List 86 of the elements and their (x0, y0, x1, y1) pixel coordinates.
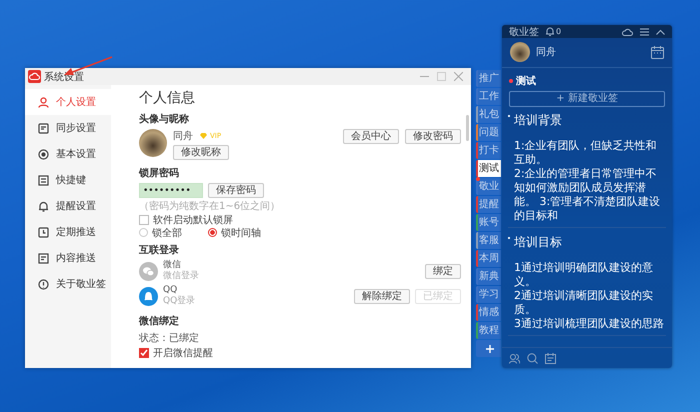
document-icon (38, 252, 49, 264)
sidebar-item[interactable]: 内容推送 (25, 245, 111, 271)
sidebar-item[interactable]: 个人设置 (25, 89, 111, 115)
account-name: QQ (163, 285, 178, 296)
category-tab[interactable]: 推广 (476, 70, 501, 87)
category-tab[interactable]: 工作 (476, 88, 501, 105)
app-logo-icon (28, 70, 41, 83)
collapse-chevron-icon[interactable] (656, 28, 665, 34)
password-field[interactable]: ••••••••• (139, 183, 203, 198)
radio-button[interactable] (208, 228, 217, 237)
section-title: 头像与昵称 (139, 112, 190, 126)
checkbox[interactable] (139, 214, 149, 224)
bell-icon[interactable] (546, 27, 554, 36)
category-tab[interactable]: 账号 (476, 214, 501, 231)
radio-button[interactable] (139, 228, 148, 237)
category-tab[interactable]: 客服 (476, 232, 501, 249)
bell-icon (38, 200, 49, 212)
category-tab[interactable]: 测试 (476, 160, 501, 177)
avatar-photo-placeholder (510, 42, 530, 62)
sidebar-item[interactable]: 基本设置 (25, 141, 111, 167)
scrollbar[interactable] (466, 115, 469, 141)
menu-icon[interactable] (640, 28, 649, 36)
category-tab[interactable]: 情感 (476, 304, 501, 321)
account-bind-button[interactable]: 解除绑定 (354, 288, 410, 304)
notification-count: 0 (556, 27, 562, 36)
category-tab[interactable]: 教程 (476, 322, 501, 339)
rename-button[interactable]: 修改昵称 (173, 145, 229, 160)
checkbox-label: 开启微信提醒 (153, 346, 213, 360)
sidebar-item[interactable]: 快捷键 (25, 167, 111, 193)
note-title: 培训背景 (514, 112, 563, 129)
binding-status: 状态：已绑定 (139, 332, 200, 345)
sync-icon (38, 122, 49, 134)
new-note-button[interactable]: + 新建敬业签 (509, 91, 665, 107)
add-tab-button[interactable] (476, 340, 501, 357)
section-title: 互联登录 (139, 244, 180, 257)
profile-action-button[interactable]: 会员中心 (343, 129, 399, 144)
category-tab[interactable]: 提醒 (476, 196, 501, 213)
person-icon (38, 96, 49, 108)
sidebar-item[interactable]: 同步设置 (25, 115, 111, 141)
section-title: 微信绑定 (139, 314, 180, 328)
checkbox-label: 软件启动默认锁屏 (153, 214, 233, 226)
account-bind-button[interactable]: 绑定 (425, 264, 461, 278)
sidebar-item[interactable]: 提醒设置 (25, 193, 111, 219)
section-title: 锁屏密码 (139, 166, 180, 180)
panel-title: 敬业签 (509, 26, 539, 38)
account-name: 微信 (163, 260, 182, 270)
clock-document-icon (38, 226, 49, 238)
note-title: 培训目标 (514, 234, 563, 251)
category-tab[interactable]: 打卡 (476, 142, 501, 159)
category-dot-icon (509, 79, 513, 83)
sidebar-item[interactable]: 关于敬业签 (25, 271, 111, 297)
calendar-icon[interactable] (651, 46, 664, 58)
account-subtitle: QQ登录 (163, 296, 196, 307)
page-heading: 个人信息 (139, 89, 196, 107)
category-name: 测试 (516, 74, 536, 88)
user-name: 同舟 (173, 130, 193, 143)
category-tab[interactable]: 本周 (476, 250, 501, 267)
close-icon[interactable] (454, 72, 463, 81)
penguin-icon (139, 286, 158, 306)
sidebar-item[interactable]: 定期推送 (25, 219, 111, 245)
note-text: 1通过培训明确团队建设的意义。 2通过培训清晰团队建设的实质。 3通过培训梳理团队建设的思路 (514, 261, 665, 331)
keyboard-icon (38, 174, 49, 186)
account-subtitle: 微信登录 (163, 271, 199, 282)
checkbox[interactable] (139, 348, 149, 358)
note-list-icon[interactable] (545, 352, 556, 364)
diamond-icon (200, 133, 207, 139)
save-password-button[interactable]: 保存密码 (208, 183, 264, 198)
user-name: 同舟 (536, 46, 556, 59)
note-text: 1:企业有团队，但缺乏共性和互助。 2:企业的管理者日常管理中不知如何激励团队成员发挥潜能。 3:管理者不清楚团队建设的目标和 (514, 139, 662, 223)
cloud-icon[interactable] (622, 28, 633, 36)
avatar-photo-placeholder (139, 129, 167, 157)
target-icon (38, 148, 49, 160)
radio-label: 锁时间轴 (221, 226, 261, 240)
category-tab[interactable]: 新典 (476, 268, 501, 285)
profile-action-button[interactable]: 修改密码 (405, 129, 461, 144)
category-tab[interactable]: 问题 (476, 124, 501, 141)
category-tab[interactable]: 礼包 (476, 106, 501, 123)
contacts-icon[interactable] (509, 352, 520, 364)
password-hint: （密码为纯数字在1~6位之间） (139, 200, 282, 213)
category-tab[interactable]: 敬业 (476, 178, 501, 195)
plus-icon (486, 344, 494, 352)
radio-label: 锁全部 (152, 226, 182, 240)
info-icon (38, 278, 49, 290)
category-tab[interactable]: 学习 (476, 286, 501, 303)
search-icon[interactable] (527, 352, 538, 364)
chat-bubbles-icon (139, 262, 158, 280)
